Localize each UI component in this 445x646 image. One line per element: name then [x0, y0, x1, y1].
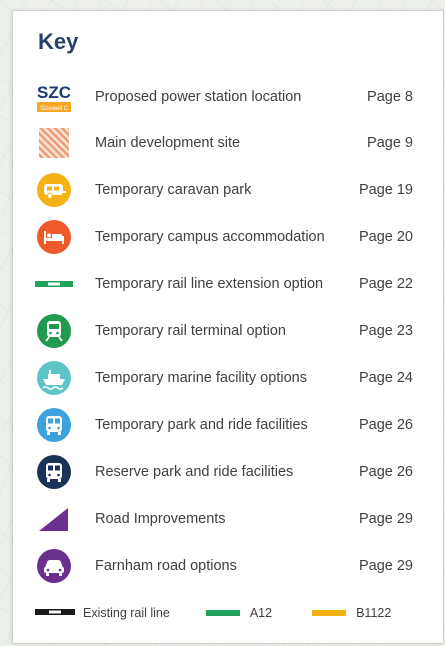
key-label: Temporary marine facility options: [95, 370, 307, 386]
key-label: Proposed power station location: [95, 89, 302, 105]
key-label: Farnham road options: [95, 558, 237, 574]
line-legend-label: B1122: [356, 606, 392, 620]
key-row-farnham-road: Farnham road options Page 29: [35, 546, 413, 586]
key-row-park-and-ride: Temporary park and ride facilities Page …: [35, 405, 413, 445]
key-label: Main development site: [95, 135, 241, 151]
a12-road-line-icon: [205, 606, 240, 620]
page-reference: Page 29: [358, 558, 413, 574]
key-panel: Key SZC Sizewell C Proposed power statio…: [12, 10, 444, 644]
svg-text:Sizewell C: Sizewell C: [40, 106, 69, 112]
key-row-caravan-park: Temporary caravan park Page 19: [35, 170, 413, 210]
page-reference: Page 22: [358, 276, 413, 292]
key-row-road-improvements: Road Improvements Page 29: [35, 499, 413, 539]
key-row-rail-extension: Temporary rail line extension option Pag…: [35, 264, 413, 304]
bed-icon: [35, 218, 73, 256]
page-reference: Page 23: [358, 323, 413, 339]
key-label: Temporary caravan park: [95, 182, 252, 198]
key-row-main-development-site: Main development site Page 9: [35, 123, 413, 163]
existing-rail-line-icon: [35, 606, 75, 620]
szc-logo-icon: SZC Sizewell C: [35, 78, 73, 116]
key-label: Reserve park and ride facilities: [95, 464, 294, 480]
page-reference: Page 9: [367, 135, 413, 151]
svg-text:SZC: SZC: [37, 83, 71, 102]
line-legend: Existing rail line A12 B1122: [35, 603, 391, 623]
ship-icon: [35, 359, 73, 397]
key-row-rail-terminal: Temporary rail terminal option Page 23: [35, 311, 413, 351]
car-icon: [35, 547, 73, 585]
key-row-reserve-park-and-ride: Reserve park and ride facilities Page 26: [35, 452, 413, 492]
caravan-icon: [35, 171, 73, 209]
page-reference: Page 24: [358, 370, 413, 386]
bus-icon: [35, 406, 73, 444]
key-label: Temporary park and ride facilities: [95, 417, 308, 433]
page-reference: Page 26: [358, 464, 413, 480]
key-label: Temporary rail terminal option: [95, 323, 286, 339]
key-row-power-station: SZC Sizewell C Proposed power station lo…: [35, 77, 413, 117]
key-label: Temporary rail line extension option: [95, 276, 324, 292]
page-reference: Page 8: [367, 89, 413, 105]
key-label: Road Improvements: [95, 511, 226, 527]
bus-dark-icon: [35, 453, 73, 491]
key-title: Key: [38, 29, 79, 54]
page-reference: Page 26: [358, 417, 413, 433]
train-icon: [35, 312, 73, 350]
b1122-road-line-icon: [312, 606, 347, 620]
hatched-area-icon: [35, 124, 73, 162]
line-legend-label: A12: [249, 606, 273, 620]
page-reference: Page 20: [358, 229, 413, 245]
key-row-marine-facility: Temporary marine facility options Page 2…: [35, 358, 413, 398]
page-reference: Page 19: [358, 182, 413, 198]
triangle-icon: [35, 500, 73, 538]
line-legend-label: Existing rail line: [83, 606, 170, 620]
key-row-campus-accommodation: Temporary campus accommodation Page 20: [35, 217, 413, 257]
key-label: Temporary campus accommodation: [95, 229, 325, 245]
rail-extension-line-icon: [35, 265, 73, 303]
page-reference: Page 29: [358, 511, 413, 527]
